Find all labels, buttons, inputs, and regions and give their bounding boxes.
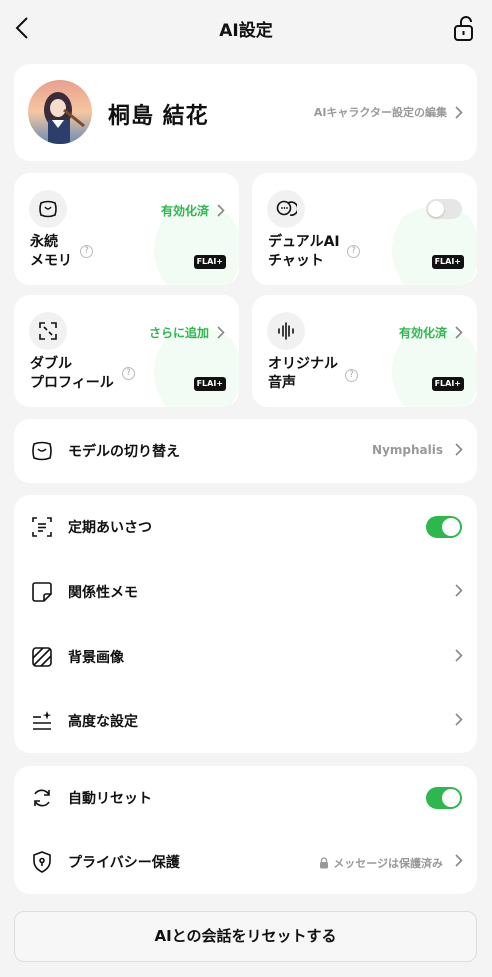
- chevron-right-icon: [455, 443, 463, 456]
- help-icon[interactable]: ?: [122, 367, 135, 380]
- model-switch-label: モデルの切り替え: [68, 444, 180, 460]
- refresh-icon: [34, 789, 50, 807]
- chevron-right-icon: [455, 854, 463, 867]
- advanced-settings-label: 高度な設定: [68, 714, 138, 730]
- unlock-button[interactable]: [452, 14, 478, 42]
- privacy-row[interactable]: プライバシー保護 メッセージは保護済み: [14, 830, 477, 894]
- chevron-right-icon: [455, 649, 463, 662]
- dual-chat-toggle[interactable]: [426, 199, 462, 219]
- double-profile-status-label: さらに追加: [148, 326, 209, 340]
- page-title: AI設定: [219, 21, 273, 41]
- flai-plus-badge: FLAI+: [431, 377, 464, 391]
- memory-title: 永続 メモリ: [30, 233, 72, 271]
- character-name: 桐島 結花: [108, 104, 209, 129]
- memory-status-label: 有効化済: [160, 204, 209, 218]
- edit-character-link[interactable]: AIキャラクター設定の編集: [314, 104, 463, 120]
- tile-original-voice[interactable]: 有効化済 オリジナル 音声 ? FLAI+: [252, 295, 477, 407]
- model-icon: [32, 441, 52, 461]
- background-image-row[interactable]: 背景画像: [14, 625, 477, 689]
- settings-card: 定期あいさつ 関係性メモ 背景画像 高度な設定: [14, 495, 477, 753]
- header: AI設定: [0, 0, 492, 56]
- chevron-right-icon: [217, 204, 225, 217]
- original-voice-status-label: 有効化済: [398, 326, 447, 340]
- edit-character-label: AIキャラクター設定の編集: [313, 106, 447, 119]
- dual-chat-title: デュアルAI チャット: [268, 233, 340, 271]
- flai-plus-badge: FLAI+: [431, 255, 464, 269]
- model-switch-card: モデルの切り替え Nymphalis: [14, 419, 477, 483]
- flai-plus-badge: FLAI+: [193, 377, 226, 391]
- chevron-right-icon: [455, 713, 463, 726]
- auto-reset-row: 自動リセット: [14, 766, 477, 830]
- double-profile-title-line2: プロフィール: [30, 375, 114, 391]
- greeting-icon: [32, 517, 52, 537]
- misc-card: 自動リセット プライバシー保護 メッセージは保護済み: [14, 766, 477, 894]
- tile-permanent-memory[interactable]: 有効化済 永続 メモリ ? FLAI+: [14, 173, 239, 285]
- periodic-greeting-label: 定期あいさつ: [68, 520, 152, 536]
- reset-conversation-button[interactable]: AIとの会話をリセットする: [14, 911, 477, 962]
- chevron-right-icon: [217, 326, 225, 339]
- help-icon[interactable]: ?: [345, 369, 358, 382]
- avatar: [28, 80, 92, 144]
- original-voice-status[interactable]: 有効化済: [399, 324, 463, 341]
- original-voice-title-line2: 音声: [268, 375, 296, 391]
- help-icon[interactable]: ?: [347, 245, 360, 258]
- background-image-label: 背景画像: [68, 650, 124, 666]
- lock-icon: [320, 857, 329, 869]
- privacy-label: プライバシー保護: [68, 855, 180, 871]
- dual-chat-title-line1: デュアルAI: [268, 234, 340, 250]
- dual-chat-icon: [267, 190, 305, 228]
- chevron-right-icon: [455, 105, 463, 119]
- background-image-icon: [32, 647, 52, 667]
- voice-waveform-icon: [267, 312, 305, 350]
- relationship-memo-label: 関係性メモ: [68, 585, 138, 601]
- periodic-greeting-toggle[interactable]: [426, 516, 462, 538]
- memory-status[interactable]: 有効化済: [161, 202, 225, 219]
- memo-icon: [32, 582, 52, 602]
- original-voice-title: オリジナル 音声: [268, 355, 338, 393]
- privacy-status: メッセージは保護済み: [319, 855, 443, 871]
- double-profile-title-line1: ダブル: [30, 356, 72, 372]
- memory-icon: [29, 190, 67, 228]
- memory-title-line1: 永続: [30, 234, 58, 250]
- periodic-greeting-row: 定期あいさつ: [14, 495, 477, 559]
- original-voice-title-line1: オリジナル: [268, 356, 338, 372]
- help-icon[interactable]: ?: [80, 245, 93, 258]
- expand-frame-icon: [29, 312, 67, 350]
- relationship-memo-row[interactable]: 関係性メモ: [14, 560, 477, 624]
- unlock-icon: [454, 16, 473, 41]
- shield-icon: [33, 851, 51, 873]
- advanced-settings-icon: [33, 711, 52, 730]
- memory-title-line2: メモリ: [30, 253, 72, 269]
- chevron-right-icon: [455, 326, 463, 339]
- profile-card: 桐島 結花 AIキャラクター設定の編集: [14, 64, 477, 161]
- chevron-right-icon: [455, 584, 463, 597]
- tile-dual-ai-chat[interactable]: デュアルAI チャット ? FLAI+: [252, 173, 477, 285]
- flai-plus-badge: FLAI+: [193, 255, 226, 269]
- advanced-settings-row[interactable]: 高度な設定: [14, 689, 477, 753]
- double-profile-title: ダブル プロフィール: [30, 355, 114, 393]
- model-switch-row[interactable]: モデルの切り替え Nymphalis: [14, 419, 477, 483]
- model-value: Nymphalis: [372, 443, 443, 457]
- tile-double-profile[interactable]: さらに追加 ダブル プロフィール ? FLAI+: [14, 295, 239, 407]
- privacy-status-label: メッセージは保護済み: [333, 857, 443, 870]
- auto-reset-label: 自動リセット: [68, 791, 152, 807]
- dual-chat-title-line2: チャット: [268, 253, 324, 269]
- auto-reset-toggle[interactable]: [426, 787, 462, 809]
- double-profile-status[interactable]: さらに追加: [149, 324, 225, 341]
